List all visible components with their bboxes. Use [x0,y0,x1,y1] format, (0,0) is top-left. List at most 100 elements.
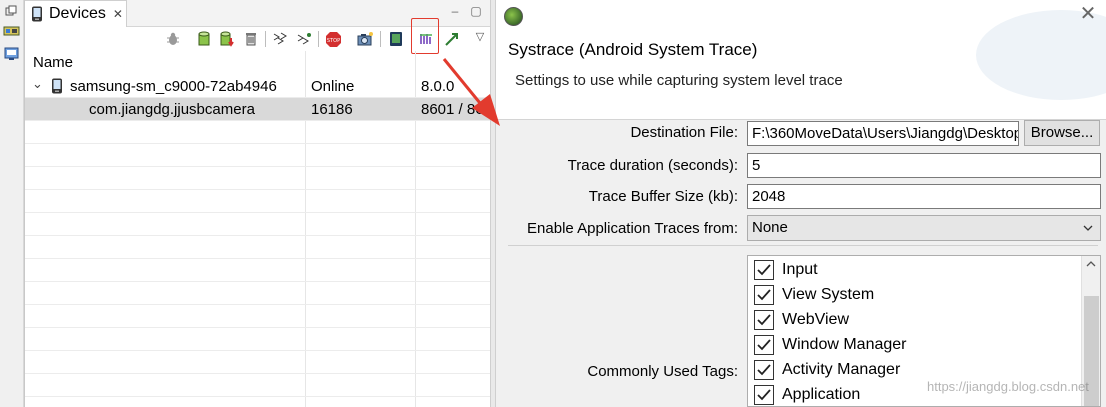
empty-row [25,282,491,305]
view-menu-icon[interactable]: ▽ [471,27,489,45]
checkbox-checked-icon[interactable] [754,359,774,380]
device-tree: Name ⌄ samsung-sm_c9000-72ab4946 Online … [25,51,491,407]
browse-button[interactable]: Browse... [1024,120,1100,146]
checkbox-checked-icon[interactable] [754,334,774,355]
tag-view-system[interactable]: View System [754,282,874,307]
checkbox-checked-icon[interactable] [754,284,774,305]
empty-row [25,167,491,190]
chevron-down-icon [1083,225,1093,231]
maximize-icon[interactable]: ▢ [469,4,483,18]
device-name: samsung-sm_c9000-72ab4946 [70,78,277,95]
minimize-icon[interactable]: – [448,4,462,18]
devices-tab-title: Devices [49,5,106,22]
close-icon[interactable]: ✕ [1078,4,1098,24]
expand-chevron-icon[interactable]: ⌄ [32,72,43,95]
view-hierarchy-icon [390,32,402,46]
devices-view: Devices ✕ – ▢ STOP ▽ Name ⌄ samsung-sm_c… [24,0,491,407]
dialog-subtitle: Settings to use while capturing system l… [515,72,843,89]
checkbox-checked-icon[interactable] [754,309,774,330]
tag-label: View System [782,285,875,303]
trace-duration-label: Trace duration (seconds): [567,157,738,174]
empty-row [25,144,491,167]
process-port: 8601 / 86 [421,101,484,118]
buffer-size-input[interactable]: 2048 [747,184,1101,209]
empty-row [25,305,491,328]
app-traces-label: Enable Application Traces from: [527,220,738,237]
phone-icon [52,78,62,94]
stop-process-button[interactable]: STOP [324,30,342,48]
app-traces-value: None [752,219,788,236]
systrace-highlight-box [411,18,439,54]
destination-file-label: Destination File: [630,124,738,141]
trash-icon [246,33,256,46]
empty-row [25,328,491,351]
checkbox-checked-icon[interactable] [754,259,774,280]
common-tags-label: Commonly Used Tags: [587,363,738,380]
tag-window-manager[interactable]: Window Manager [754,332,907,357]
watermark: https://jiangdg.blog.csdn.net [927,379,1089,394]
destination-file-input[interactable]: F:\360MoveData\Users\Jiangdg\Desktop [747,121,1019,146]
scroll-up-icon[interactable] [1086,260,1096,268]
close-tab-icon[interactable]: ✕ [113,7,123,21]
systrace-dialog: ✕ Systrace (Android System Trace) Settin… [496,0,1106,407]
tag-label: Input [782,260,818,278]
devices-tab[interactable]: Devices ✕ [25,0,127,27]
camera-icon [357,32,373,46]
dialog-header: ✕ Systrace (Android System Trace) Settin… [496,0,1106,120]
empty-row [25,190,491,213]
dump-hprof-icon [220,31,234,47]
column-header-name[interactable]: Name [25,51,305,75]
empty-row [25,374,491,397]
trend-arrow-icon [445,33,458,46]
dump-hprof-button[interactable] [218,30,236,48]
svg-text:STOP: STOP [326,38,339,44]
app-traces-select[interactable]: None [747,215,1101,241]
heap-cylinder-icon [198,31,210,46]
tag-label: Application [782,385,861,403]
emulator-control-icon[interactable] [3,47,20,61]
empty-row [25,351,491,374]
device-status: Online [311,78,355,95]
process-pid: 16186 [311,101,353,118]
process-row[interactable]: com.jiangdg.jjusbcamera 16186 8601 / 86 [25,98,491,121]
stop-icon: STOP [325,31,341,47]
empty-row [25,121,491,144]
phone-icon [32,6,42,22]
update-threads-button[interactable] [271,30,289,48]
method-profile-icon [297,33,311,45]
trace-duration-input[interactable]: 5 [747,153,1101,178]
devices-view-icon[interactable] [3,24,20,38]
restore-icon[interactable] [5,5,17,17]
method-profiling-button[interactable] [295,30,313,48]
tag-label: Activity Manager [782,360,901,378]
tag-activity-manager[interactable]: Activity Manager [754,357,900,382]
empty-row [25,213,491,236]
eclipse-left-pane: Devices ✕ – ▢ STOP ▽ Name ⌄ samsung-sm_c… [0,0,493,407]
toolbar-separator [265,31,266,47]
screen-capture-button[interactable] [356,30,374,48]
toolbar-separator [318,31,319,47]
buffer-size-label: Trace Buffer Size (kb): [588,188,738,205]
tag-webview[interactable]: WebView [754,307,849,332]
debug-process-button[interactable] [164,30,182,48]
cause-gc-button[interactable] [242,30,260,48]
tag-application[interactable]: Application [754,382,861,406]
tag-input[interactable]: Input [754,257,818,282]
checkbox-checked-icon[interactable] [754,384,774,405]
side-trim-bar [0,0,24,407]
device-row[interactable]: ⌄ samsung-sm_c9000-72ab4946 Online 8.0.0 [25,75,491,98]
empty-row [25,236,491,259]
device-version: 8.0.0 [421,78,455,95]
start-opengl-trace-button[interactable] [443,30,461,48]
update-heap-button[interactable] [195,30,213,48]
dialog-title: Systrace (Android System Trace) [508,40,758,59]
tag-label: WebView [782,310,849,328]
toolbar-separator [380,31,381,47]
empty-row [25,259,491,282]
eclipse-app-icon [504,7,523,26]
tag-label: Window Manager [782,335,907,353]
dump-view-hierarchy-button[interactable] [387,30,405,48]
threads-icon [273,32,287,45]
section-divider [508,245,1098,246]
bug-icon [167,32,179,45]
